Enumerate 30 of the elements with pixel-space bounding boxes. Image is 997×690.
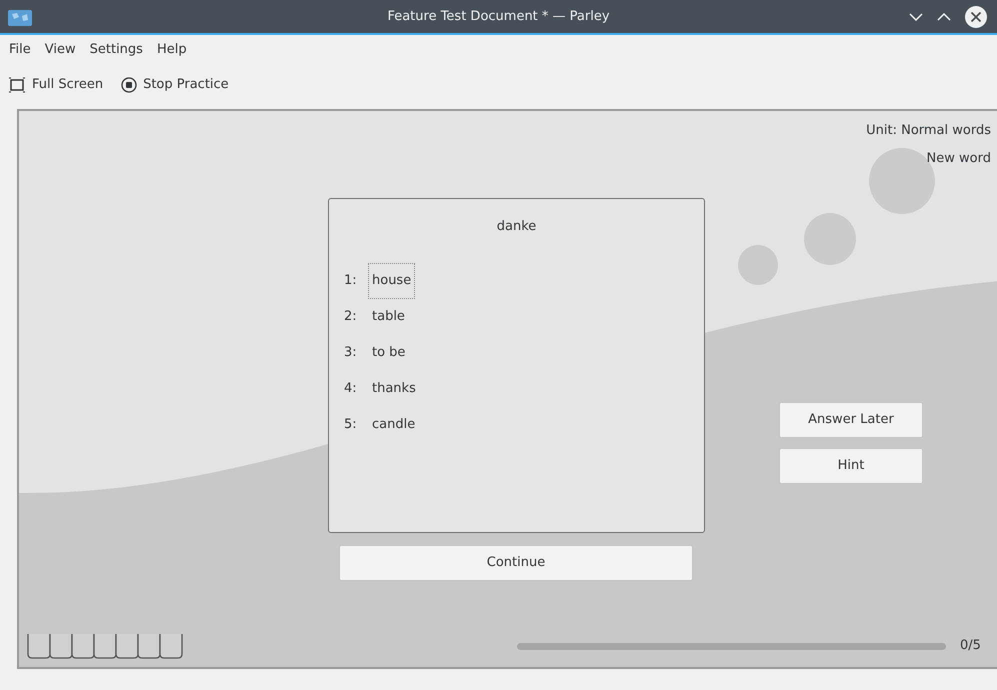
menu-item[interactable]: Help <box>152 40 192 60</box>
close-icon[interactable] <box>965 6 987 28</box>
continue-button[interactable]: Continue <box>339 545 693 581</box>
menu-item[interactable]: Settings <box>84 40 148 60</box>
choice-number: 2: <box>344 308 358 326</box>
status-label: New word <box>926 150 991 168</box>
menu-item[interactable]: View <box>40 40 81 60</box>
choice-number: 1: <box>344 272 358 290</box>
choice-number: 5: <box>344 416 358 434</box>
fullscreen-icon <box>8 77 26 93</box>
choice-number: 4: <box>344 380 358 398</box>
stop-practice-button[interactable]: Stop Practice <box>115 70 235 100</box>
unit-label: Unit: Normal words <box>866 122 991 140</box>
answer-choice[interactable]: candle <box>368 407 420 443</box>
answer-choice[interactable]: house <box>368 263 416 299</box>
answer-later-button[interactable]: Answer Later <box>779 402 923 438</box>
map-icon <box>8 8 32 26</box>
choice-number: 3: <box>344 344 358 362</box>
answer-choice[interactable]: thanks <box>368 371 420 407</box>
maximize-icon[interactable] <box>937 12 951 20</box>
minimize-icon[interactable] <box>909 12 923 20</box>
menu-item[interactable]: File <box>4 40 36 60</box>
stop-icon <box>121 77 138 93</box>
window-title: Feature Test Document * — Parley <box>387 8 610 26</box>
question-word: danke <box>496 218 536 236</box>
full-screen-button[interactable]: Full Screen <box>2 70 110 100</box>
answer-choice[interactable]: table <box>368 299 409 335</box>
answer-choice[interactable]: to be <box>368 335 410 371</box>
progress-reading: 0/5 <box>960 637 981 656</box>
hint-button[interactable]: Hint <box>779 448 923 484</box>
